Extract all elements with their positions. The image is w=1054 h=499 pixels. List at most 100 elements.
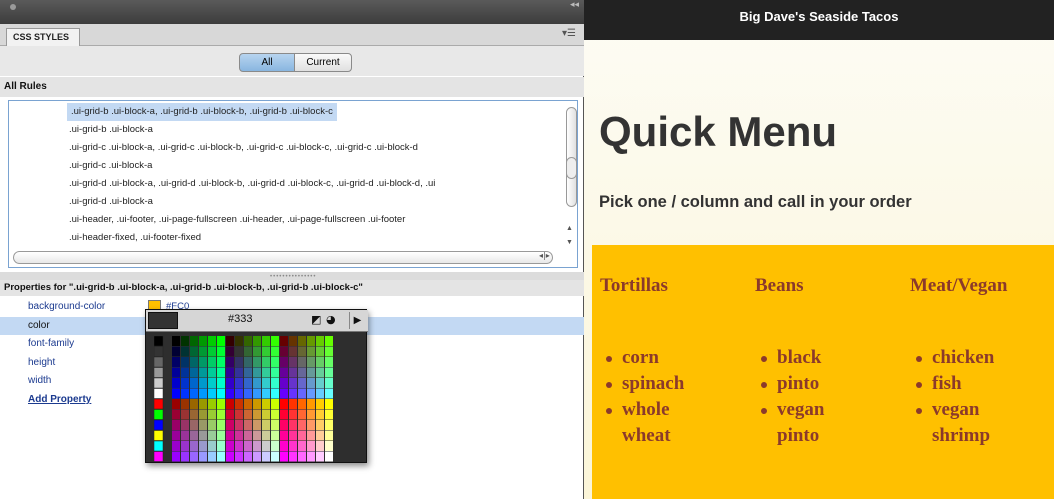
- swatch-cell: [316, 451, 324, 462]
- page-heading: Quick Menu: [599, 108, 838, 155]
- swatch-cell: [208, 388, 216, 399]
- swatch-cell: [253, 430, 261, 441]
- swatch-cell: [181, 409, 189, 420]
- swatch-cell: [154, 346, 164, 357]
- swatch-cell: [154, 388, 164, 399]
- rules-vertical-scrollbar[interactable]: ▲ ▼: [566, 105, 577, 255]
- swatch-cell: [298, 336, 306, 346]
- swatch-cell: [217, 441, 225, 451]
- rules-list[interactable]: .ui-grid-b .ui-block-a, .ui-grid-b .ui-b…: [8, 100, 578, 268]
- swatch-cell: [226, 430, 234, 441]
- panel-splitter[interactable]: •••••••••••••••: [0, 272, 584, 280]
- swatch-cell: [172, 399, 180, 409]
- swatch-cell: [235, 399, 243, 409]
- swatch-cell: [325, 451, 333, 462]
- property-name[interactable]: background-color: [28, 298, 105, 316]
- menu-column-tortillas: Tortillas corn spinach whole wheat: [600, 275, 750, 449]
- properties-header: Properties for ".ui-grid-b .ui-block-a, …: [0, 280, 584, 296]
- picker-menu-arrow-icon[interactable]: ▶: [349, 312, 365, 329]
- swatch-cell: [199, 451, 207, 462]
- view-mode-bar: All Current: [0, 46, 584, 76]
- swatch-cell: [172, 336, 180, 346]
- rule-item[interactable]: .ui-grid-d .ui-block-a: [69, 193, 153, 211]
- scroll-up-icon[interactable]: ▲: [566, 225, 573, 232]
- all-mode-button[interactable]: All: [239, 53, 295, 72]
- swatch-cell: [208, 336, 216, 346]
- swatch-cell: [235, 367, 243, 378]
- tab-css-styles[interactable]: CSS STYLES: [6, 28, 80, 46]
- swatch-cell: [172, 367, 180, 378]
- swatch-cell: [280, 378, 288, 388]
- swatch-cell: [271, 451, 279, 462]
- property-name[interactable]: width: [28, 372, 51, 390]
- scroll-left-right-icon[interactable]: ◂|▸: [539, 251, 550, 260]
- panel-tab-row: CSS STYLES ▾☰: [0, 24, 584, 46]
- swatch-cell: [253, 378, 261, 388]
- rule-item-selected[interactable]: .ui-grid-b .ui-block-a, .ui-grid-b .ui-b…: [67, 103, 337, 121]
- swatch-cell: [172, 430, 180, 441]
- swatch-cell: [325, 399, 333, 409]
- no-color-icon[interactable]: ◩: [311, 313, 321, 326]
- system-color-picker-icon[interactable]: ◕: [326, 313, 336, 326]
- color-picker-popup[interactable]: #333 ◩ ◕ ▶: [145, 309, 368, 463]
- rule-item[interactable]: .ui-grid-d .ui-block-a, .ui-grid-d .ui-b…: [69, 175, 435, 193]
- rule-item[interactable]: .ui-header-fixed, .ui-footer-fixed: [69, 229, 201, 247]
- swatch-cell: [262, 346, 270, 357]
- swatch-cell: [235, 409, 243, 420]
- swatch-cell: [307, 420, 315, 430]
- swatch-cell: [181, 336, 189, 346]
- swatch-cell: [199, 388, 207, 399]
- swatch-cell: [289, 399, 297, 409]
- current-mode-button[interactable]: Current: [294, 53, 352, 72]
- swatch-cell: [190, 357, 198, 367]
- swatch-cell: [217, 336, 225, 346]
- swatch-cell: [226, 451, 234, 462]
- swatch-grid[interactable]: [154, 336, 364, 462]
- swatch-cell: [280, 346, 288, 357]
- swatch-cell: [271, 409, 279, 420]
- swatch-cell: [298, 357, 306, 367]
- swatch-cell: [208, 420, 216, 430]
- picker-hex-value[interactable]: #333: [228, 313, 252, 325]
- panel-menu-icon[interactable]: ▾☰: [562, 28, 576, 39]
- add-property-link[interactable]: Add Property: [28, 391, 91, 409]
- property-name[interactable]: font-family: [28, 335, 74, 353]
- swatch-cell: [253, 399, 261, 409]
- scroll-thumb[interactable]: [566, 157, 577, 179]
- panel-grip-icon[interactable]: [10, 4, 16, 10]
- swatch-cell: [325, 420, 333, 430]
- swatch-cell: [280, 451, 288, 462]
- panel-title-bar[interactable]: ◂◂: [0, 0, 584, 24]
- scroll-down-icon[interactable]: ▼: [566, 239, 573, 246]
- swatch-cell: [289, 378, 297, 388]
- swatch-cell: [235, 346, 243, 357]
- collapse-icon[interactable]: ◂◂: [570, 0, 579, 10]
- swatch-cell: [226, 388, 234, 399]
- swatch-cell: [271, 336, 279, 346]
- rule-item[interactable]: .ui-grid-c .ui-block-a, .ui-grid-c .ui-b…: [69, 139, 418, 157]
- rule-item[interactable]: .ui-header, .ui-footer, .ui-page-fullscr…: [69, 211, 405, 229]
- column-title: Beans: [755, 275, 804, 296]
- swatch-cell: [154, 367, 164, 378]
- rule-item[interactable]: .ui-grid-b .ui-block-a: [69, 121, 153, 139]
- property-name[interactable]: height: [28, 354, 55, 372]
- css-styles-panel: ◂◂ CSS STYLES ▾☰ All Current All Rules .…: [0, 0, 584, 499]
- swatch-cell: [199, 367, 207, 378]
- swatch-cell: [244, 441, 252, 451]
- swatch-cell: [262, 336, 270, 346]
- property-name[interactable]: color: [28, 317, 50, 335]
- swatch-cell: [253, 451, 261, 462]
- swatch-cell: [226, 420, 234, 430]
- swatch-cell: [262, 441, 270, 451]
- column-title: Tortillas: [600, 275, 668, 296]
- swatch-cell: [244, 346, 252, 357]
- swatch-cell: [262, 420, 270, 430]
- rules-horizontal-scrollbar[interactable]: [13, 251, 553, 264]
- swatch-cell: [235, 441, 243, 451]
- swatch-cell: [172, 409, 180, 420]
- swatch-cell: [253, 357, 261, 367]
- rule-item[interactable]: .ui-grid-c .ui-block-a: [69, 157, 152, 175]
- swatch-cell: [190, 378, 198, 388]
- swatch-cell: [190, 409, 198, 420]
- swatch-cell: [199, 409, 207, 420]
